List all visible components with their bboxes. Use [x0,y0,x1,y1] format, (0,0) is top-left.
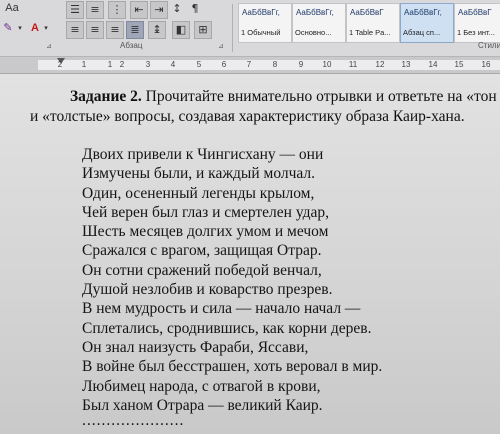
font-size-label[interactable]: Aa [2,0,22,16]
ruler-number: 12 [375,60,385,69]
ruler-number: 1 [81,60,87,69]
ruler-number: 3 [145,60,151,69]
text-highlight-icon[interactable]: ✎ [2,20,14,36]
decrease-indent-icon[interactable]: ⇤ [130,1,148,19]
ribbon-separator [232,4,233,52]
poem-line: Душой незлобив и коварство презрев. [82,281,333,299]
multilevel-list-icon[interactable]: ⋮ [108,1,126,19]
style-table-paragraph[interactable]: АаБбВвГ 1 Table Pa... [346,3,400,43]
ribbon: Aa ☰ ≡ ⋮ ⇤ ⇥ ↕ ¶ ✎ ▾ A ▾ ≡ ≡ ≡ ≣ ↨ ◧ ⊞ ⊿… [0,0,500,57]
numbering-icon[interactable]: ≡ [86,1,104,19]
style-sample: АаБбВвГ [350,8,384,17]
task-heading: Задание 2. Прочитайте внимательно отрывк… [70,87,500,107]
poem-line: Сражался с врагом, защищая Отрар. [82,242,322,260]
ruler-number: 2 [119,60,125,69]
show-marks-icon[interactable]: ¶ [188,1,202,17]
ruler-number: 2 [57,60,63,69]
task-number: Задание 2. [70,88,142,105]
style-no-spacing[interactable]: АаБбВвГ 1 Без инт... [454,3,500,43]
style-normal[interactable]: АаБбВвГг, 1 Обычный [238,3,292,43]
poem-line: Измучены были, и каждый молчал. [82,165,316,183]
style-name: 1 Без инт... [457,28,495,37]
ruler-number: 13 [401,60,411,69]
poem-line: Двоих привели к Чингисхану — они [82,146,324,163]
poem-line: В войне был бесстрашен, хоть веровал в м… [82,358,383,376]
ruler-number: 15 [454,60,464,69]
borders-icon[interactable]: ⊞ [194,21,212,39]
ruler-number: 11 [348,60,358,69]
poem-line: Шесть месяцев долгих умом и мечом [82,223,329,241]
task-heading-line2: и «толстые» вопросы, создавая характерис… [30,108,465,125]
poem-line: В нем мудрость и сила — начало начал — [82,300,361,318]
style-sample: АаБбВвГг, [404,8,442,17]
ruler-number: 7 [246,60,252,69]
style-list-paragraph[interactable]: АаБбВвГг, Абзац сп... [400,3,454,43]
ruler-number: 4 [170,60,176,69]
poem-line: Сплетались, сроднившись, как корни дерев… [82,319,372,337]
style-sample: АаБбВвГ [458,8,492,17]
align-left-icon[interactable]: ≡ [66,21,84,39]
style-sample: АаБбВвГг, [242,8,280,17]
poem: Двоих привели к Чингисхану — они Измучен… [82,145,492,430]
paragraph-group-launcher-icon[interactable]: ⊿ [218,42,224,50]
styles-group-label: Стили [478,41,500,50]
ruler-number: 5 [196,60,202,69]
ruler-number: 10 [322,60,332,69]
font-group-launcher-icon[interactable]: ⊿ [46,42,52,50]
style-name: 1 Обычный [241,28,281,37]
horizontal-ruler[interactable]: 2 1 1 2 3 4 5 6 7 8 9 10 11 12 13 14 15 … [0,57,500,74]
style-body-text[interactable]: АаБбВвГг, Основно... [292,3,346,43]
line-spacing-icon[interactable]: ↨ [148,21,166,39]
ruler-number: 14 [428,60,438,69]
dropdown-arrow-icon[interactable]: ▾ [42,20,50,36]
align-right-icon[interactable]: ≡ [106,21,124,39]
poem-line: Он знал наизусть Фараби, Яссави, [82,338,309,356]
ruler-number: 8 [272,60,278,69]
ruler-number: 16 [481,60,491,69]
font-color-icon[interactable]: A [28,20,42,36]
poem-line: Один, осененный легенды крылом, [82,184,315,202]
poem-line: Чей верен был глаз и смертелен удар, [82,203,330,221]
align-center-icon[interactable]: ≡ [86,21,104,39]
ruler-number: 6 [221,60,227,69]
poem-line: Любимец народа, с отвагой в крови, [82,377,321,395]
ruler-number: 9 [298,60,304,69]
shading-icon[interactable]: ◧ [172,21,190,39]
increase-indent-icon[interactable]: ⇥ [150,1,168,19]
poem-line: Он сотни сражений победой венчал, [82,261,322,279]
style-name: Абзац сп... [403,28,441,37]
bullets-icon[interactable]: ☰ [66,1,84,19]
style-name: Основно... [295,28,332,37]
ruler-number: 1 [107,60,113,69]
style-name: 1 Table Pa... [349,28,391,37]
task-text: Прочитайте внимательно отрывки и ответьт… [141,88,497,105]
dropdown-arrow-icon[interactable]: ▾ [16,20,24,36]
justify-icon[interactable]: ≣ [126,21,144,39]
document-page[interactable]: Задание 2. Прочитайте внимательно отрывк… [0,74,500,434]
style-sample: АаБбВвГг, [296,8,334,17]
paragraph-group-label: Абзац [120,41,143,50]
sort-icon[interactable]: ↕ [170,1,184,17]
